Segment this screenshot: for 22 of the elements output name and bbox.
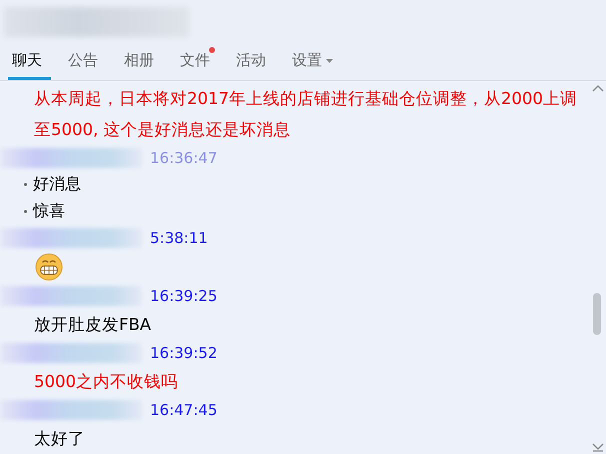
message-text: 5000之内不收钱吗 (34, 370, 179, 393)
scrollbar-thumb[interactable] (593, 293, 601, 335)
grinning-face-icon (34, 253, 64, 281)
timestamp: 5:38:11 (150, 228, 208, 247)
message-text: 放开肚皮发FBA (34, 314, 152, 336)
message-text: 从本周起，日本将对2017年上线的店铺进行基础仓位调整，从2000上调至5000, 这个是好消息还是坏消息 (34, 88, 578, 141)
tab[interactable]: 活动 (232, 44, 275, 80)
tab[interactable]: 公告 (64, 44, 107, 80)
scroll-up-icon[interactable] (590, 83, 604, 93)
message-text: 太好了 (34, 428, 86, 450)
bullet-icon (24, 210, 27, 213)
tab[interactable]: 相册 (120, 44, 163, 80)
timestamp: 16:47:45 (150, 400, 218, 419)
scroll-down-icon[interactable] (590, 442, 604, 452)
list-item: 好消息 (33, 174, 81, 196)
tab[interactable]: 设置 (288, 44, 342, 80)
tab[interactable]: 文件 (176, 44, 219, 80)
list-item: 惊喜 (33, 200, 65, 222)
bullet-icon (24, 183, 27, 186)
timestamp: 16:39:52 (150, 344, 218, 362)
timestamp: 16:39:25 (150, 286, 218, 305)
timestamp: 16:36:47 (150, 149, 218, 168)
